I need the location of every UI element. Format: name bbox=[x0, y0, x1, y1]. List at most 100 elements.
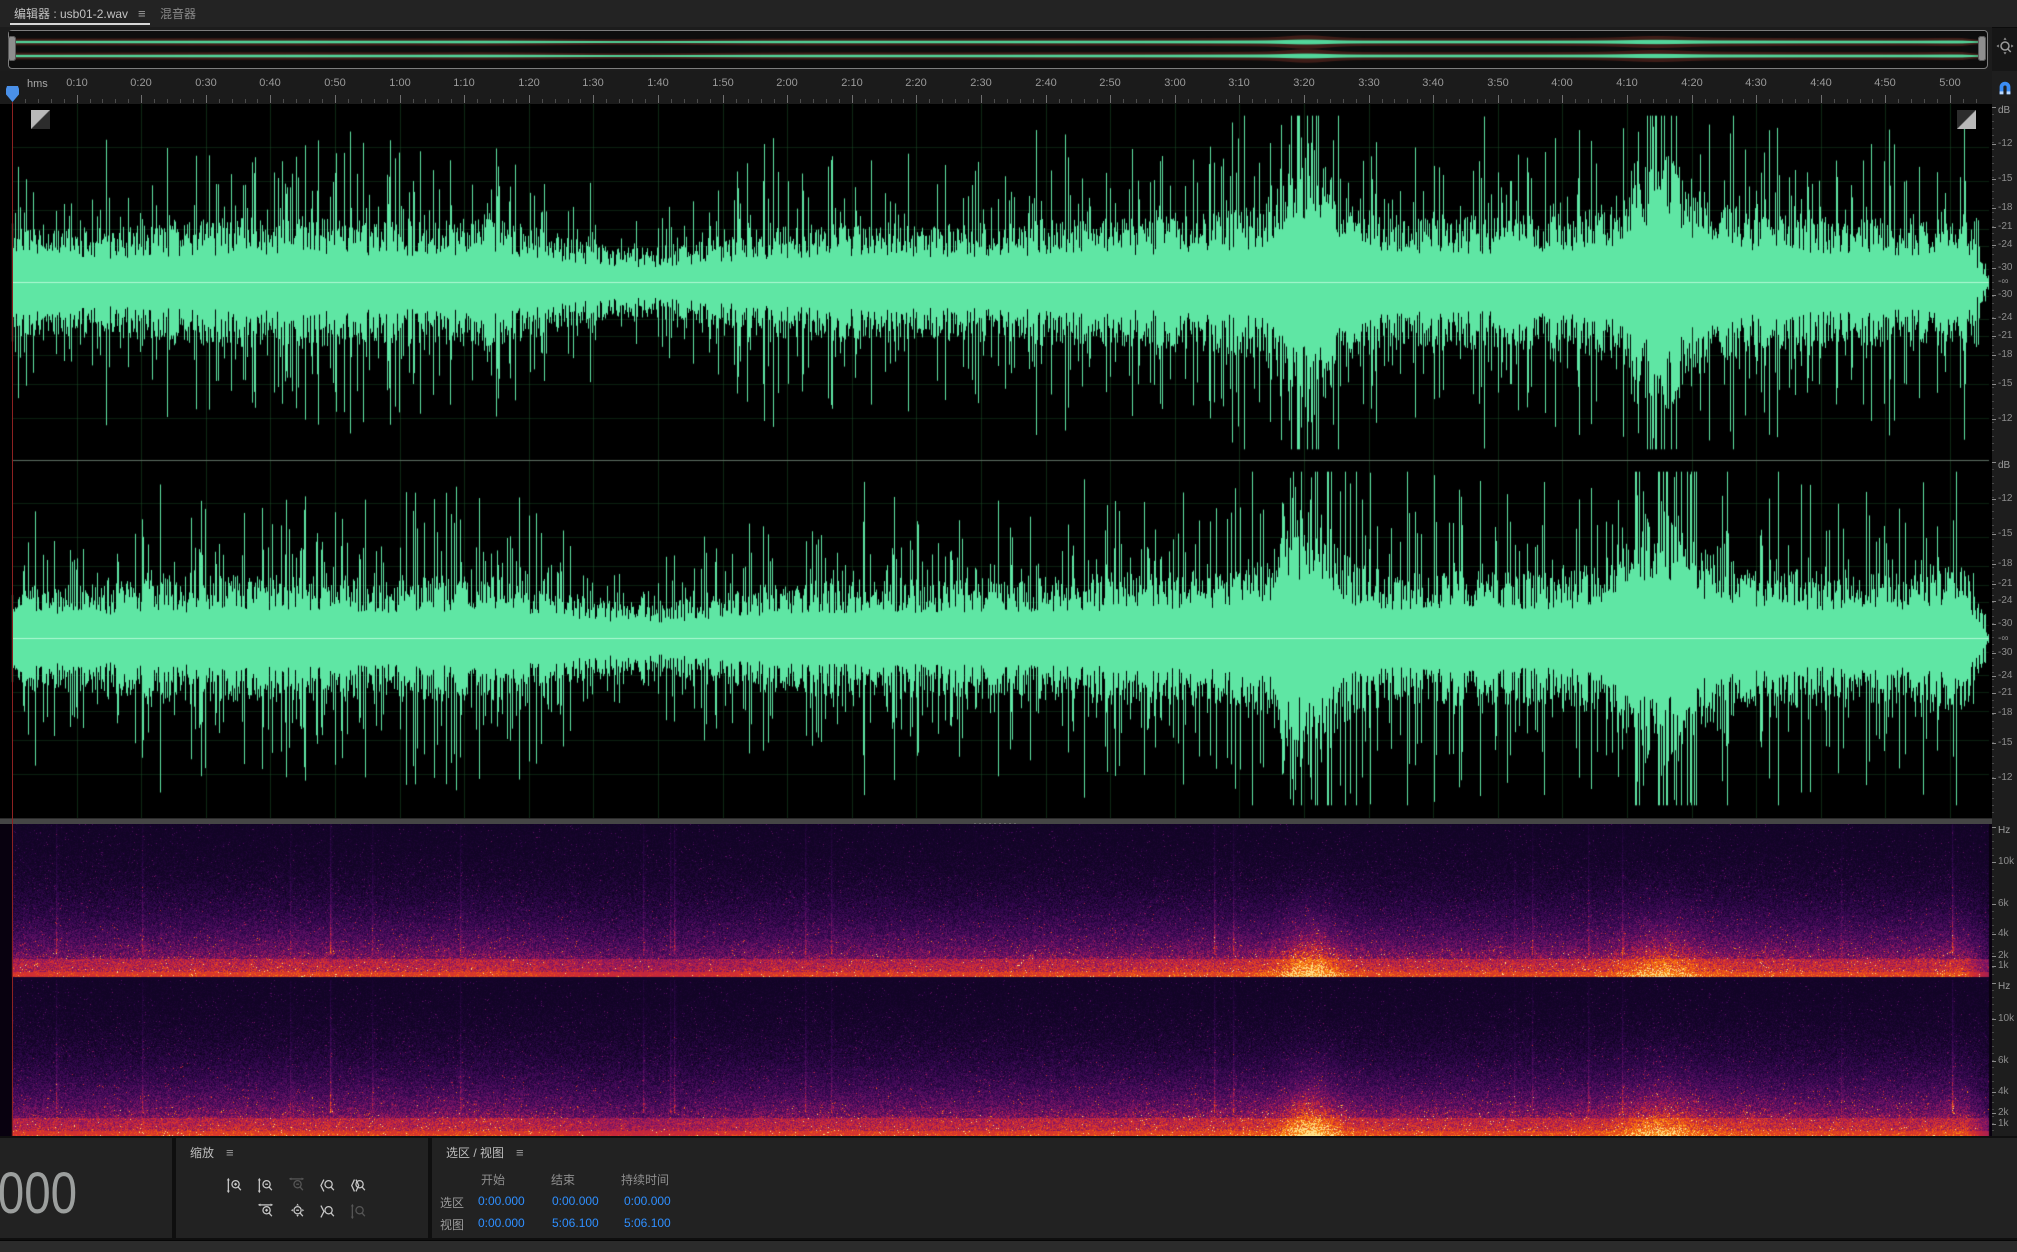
scale-tick bbox=[1992, 268, 1996, 269]
scale-tick bbox=[1992, 184, 1994, 185]
scale-tick bbox=[1992, 401, 1994, 402]
ruler-label: 3:00 bbox=[1164, 77, 1185, 89]
ruler-tick bbox=[1162, 99, 1163, 103]
scale-tick bbox=[1992, 359, 1994, 360]
scale-tick bbox=[1992, 665, 1994, 666]
scale-tick-label: -21 bbox=[1998, 222, 2012, 232]
playhead-line[interactable] bbox=[12, 102, 13, 1136]
scale-tick-label: 1k bbox=[1998, 961, 2009, 971]
db-scale-channel2[interactable]: dB-12-12-15-15-18-18-21-21-24-24-30-30-∞ bbox=[1992, 459, 2017, 818]
scale-tick bbox=[1992, 934, 1996, 935]
scale-tick bbox=[1992, 355, 1996, 356]
selection-start-value[interactable]: 0:00.000 bbox=[478, 1194, 525, 1208]
transport-time[interactable]: 0:00.000 bbox=[0, 1165, 77, 1223]
zoom-button-zoom-out-vertical[interactable] bbox=[251, 1174, 279, 1196]
scale-tick bbox=[1992, 1004, 1994, 1005]
waveform-display[interactable] bbox=[0, 104, 1992, 818]
corner-widget-top-left[interactable] bbox=[31, 110, 50, 129]
ruler-tick bbox=[1059, 99, 1060, 103]
zoom-panel-menu-icon[interactable]: ≡ bbox=[226, 1145, 234, 1160]
ruler-tick bbox=[1769, 99, 1770, 103]
ruler-tick bbox=[761, 99, 762, 103]
scale-tick bbox=[1992, 812, 1994, 813]
db-scale-channel1[interactable]: dB-12-12-15-15-18-18-21-21-24-24-30-30-∞ bbox=[1992, 104, 2017, 459]
scale-tick bbox=[1992, 429, 1994, 430]
scale-tick bbox=[1992, 450, 1994, 451]
panel-menu-icon[interactable]: ≡ bbox=[138, 6, 146, 21]
ruler-tick bbox=[1175, 95, 1176, 103]
scale-tick bbox=[1992, 1095, 1994, 1096]
ruler-tick bbox=[1420, 99, 1421, 103]
timeline-ruler[interactable]: hms 0:100:200:300:400:501:001:101:201:30… bbox=[0, 71, 1992, 105]
ruler-tick bbox=[516, 99, 517, 103]
zoom-button-zoom-in-left-of-selection[interactable] bbox=[313, 1174, 341, 1196]
scale-tick bbox=[1992, 721, 1994, 722]
overview-handle-left[interactable] bbox=[8, 36, 16, 61]
tab-editor[interactable]: 编辑器 : usb01-2.wav ≡ bbox=[10, 0, 150, 26]
spectrogram-display[interactable] bbox=[0, 824, 1992, 1136]
scale-tick bbox=[1992, 352, 1994, 353]
selection-view-panel-menu-icon[interactable]: ≡ bbox=[516, 1145, 524, 1160]
ruler-tick bbox=[322, 99, 323, 103]
panel-tab-bar: 编辑器 : usb01-2.wav ≡ 混音器 bbox=[0, 0, 2017, 28]
zoom-button-zoom-out-full[interactable] bbox=[282, 1200, 310, 1222]
hz-scale-channel2[interactable]: Hz10k6k4k2k1k bbox=[1992, 980, 2017, 1135]
hz-scale-channel1[interactable]: Hz10k6k4k2k1k bbox=[1992, 824, 2017, 977]
view-end-value[interactable]: 5:06.100 bbox=[552, 1216, 599, 1230]
zoom-button-zoom-in-right-of-selection[interactable] bbox=[313, 1200, 341, 1222]
ruler-tick bbox=[1524, 99, 1525, 103]
scale-tick bbox=[1992, 114, 1994, 115]
overview-handle-right[interactable] bbox=[1978, 36, 1986, 61]
view-duration-value[interactable]: 5:06.100 bbox=[624, 1216, 671, 1230]
ruler-tick bbox=[503, 99, 504, 103]
scale-tick bbox=[1992, 653, 1996, 654]
overview-navigator[interactable] bbox=[0, 27, 1992, 71]
ruler-label: 2:40 bbox=[1035, 77, 1056, 89]
scale-tick bbox=[1992, 156, 1994, 157]
scale-tick bbox=[1992, 735, 1994, 736]
snap-toggle-button[interactable] bbox=[1992, 71, 2017, 104]
waveform-canvas[interactable] bbox=[0, 104, 1992, 818]
scale-tick bbox=[1992, 707, 1994, 708]
selection-duration-value[interactable]: 0:00.000 bbox=[624, 1194, 671, 1208]
scale-tick-label: -30 bbox=[1998, 290, 2012, 300]
scale-tick bbox=[1992, 336, 1996, 337]
scale-tick bbox=[1992, 848, 1994, 849]
ruler-tick bbox=[400, 95, 401, 103]
ruler-tick bbox=[1601, 99, 1602, 103]
selection-end-value[interactable]: 0:00.000 bbox=[552, 1194, 599, 1208]
status-bar bbox=[0, 1240, 2017, 1252]
ruler-tick bbox=[1356, 99, 1357, 103]
view-start-value[interactable]: 0:00.000 bbox=[478, 1216, 525, 1230]
scale-tick bbox=[1992, 581, 1994, 582]
time-display-panel[interactable]: 0:00.000 bbox=[0, 1138, 172, 1238]
spectrogram-canvas[interactable] bbox=[0, 824, 1992, 1136]
zoom-panel-title: 缩放≡ bbox=[190, 1144, 234, 1161]
scale-tick bbox=[1992, 310, 1994, 311]
ruler-tick bbox=[1278, 99, 1279, 103]
ruler-tick bbox=[413, 99, 414, 103]
scale-tick-label: 10k bbox=[1998, 857, 2014, 867]
zoom-button-zoom-in-selection-edges[interactable] bbox=[344, 1174, 372, 1196]
scale-tick bbox=[1992, 784, 1994, 785]
scale-tick bbox=[1992, 436, 1994, 437]
scale-tick bbox=[1992, 953, 1994, 954]
ruler-tick bbox=[141, 95, 142, 103]
ruler-tick bbox=[64, 99, 65, 103]
ruler-tick bbox=[1937, 99, 1938, 103]
scale-tick bbox=[1992, 791, 1994, 792]
scale-tick-label: -12 bbox=[1998, 139, 2012, 149]
scale-tick bbox=[1992, 408, 1994, 409]
ruler-tick bbox=[826, 99, 827, 103]
overview-waveform-canvas[interactable] bbox=[9, 31, 1985, 66]
tab-mixer[interactable]: 混音器 bbox=[160, 0, 196, 26]
zoom-button-zoom-in-vertical[interactable] bbox=[220, 1174, 248, 1196]
scale-tick-label: -12 bbox=[1998, 494, 2012, 504]
zoom-button-zoom-in-horizontal[interactable] bbox=[251, 1200, 279, 1222]
ruler-tick bbox=[1717, 99, 1718, 103]
navigator-zoom-icon[interactable] bbox=[1995, 36, 2015, 56]
corner-widget-top-right[interactable] bbox=[1957, 110, 1976, 129]
ruler-label: 0:50 bbox=[324, 77, 345, 89]
ruler-tick bbox=[180, 99, 181, 103]
playhead-marker[interactable] bbox=[6, 86, 19, 102]
